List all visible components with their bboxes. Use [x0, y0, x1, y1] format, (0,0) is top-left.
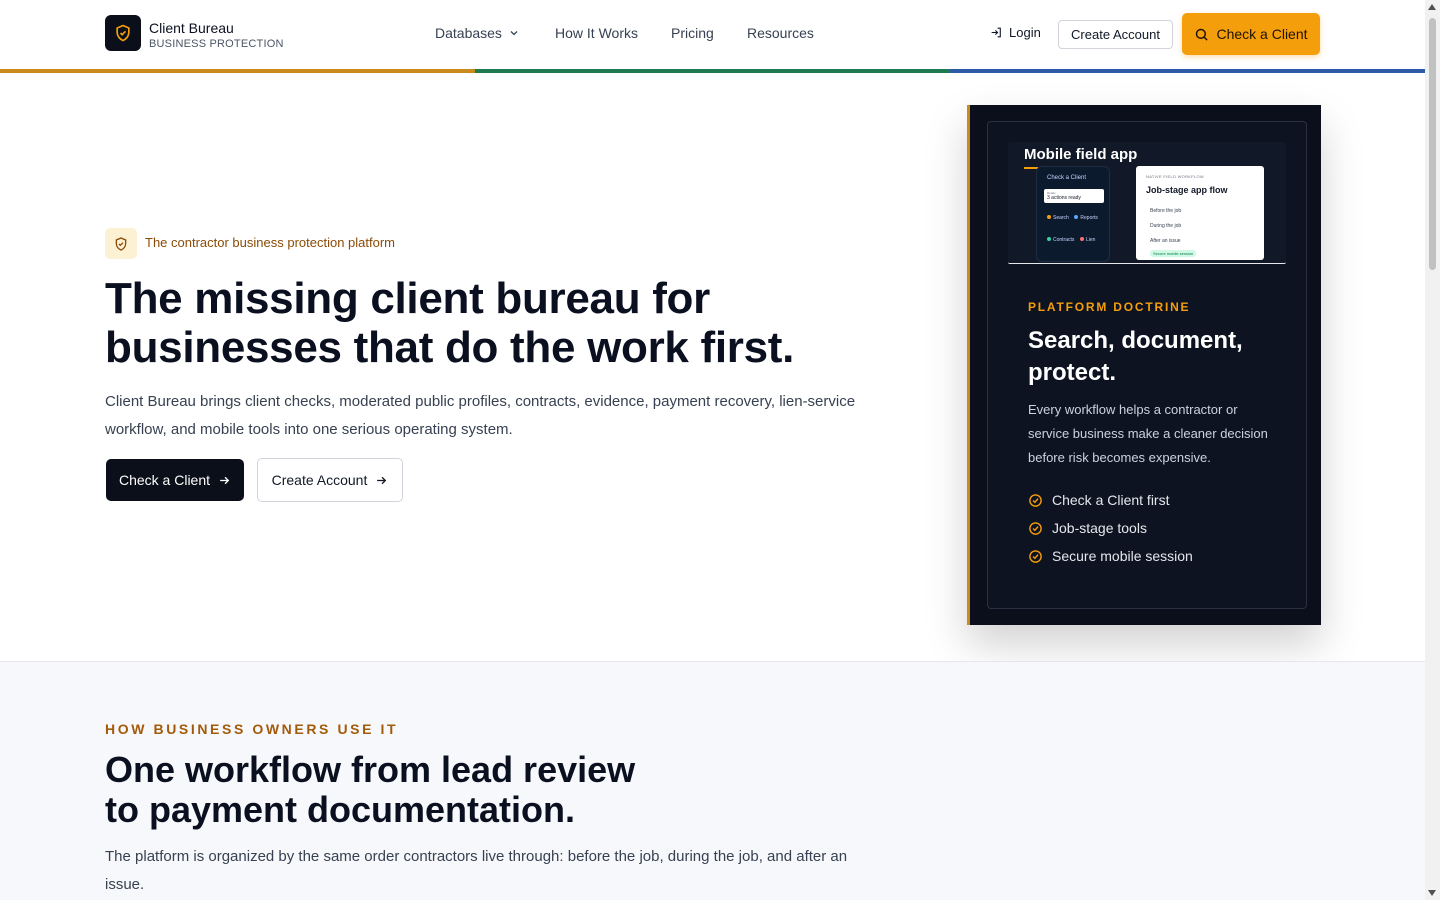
nav-resources[interactable]: Resources — [747, 25, 814, 41]
phone-row-2: Contracts Lien — [1047, 237, 1095, 243]
platform-doctrine-inner: Mobile field app Check a Client Ready 3 … — [987, 121, 1307, 609]
login-link[interactable]: Login — [990, 25, 1041, 40]
section-title: One workflow from lead review to payment… — [105, 750, 705, 830]
check-circle-icon — [1029, 549, 1042, 563]
doctrine-check-item: Job-stage tools — [1028, 520, 1147, 536]
check-circle-icon — [1029, 521, 1042, 535]
flow-item-after: After an issue — [1150, 238, 1181, 244]
nav-pricing[interactable]: Pricing — [671, 25, 714, 41]
chevron-down-icon — [510, 31, 518, 36]
dot-icon — [1074, 215, 1079, 219]
doctrine-check-label: Check a Client first — [1052, 492, 1170, 508]
brand-tagline: BUSINESS PROTECTION — [149, 38, 284, 50]
brand-name[interactable]: Client Bureau — [149, 20, 234, 36]
section-title-line2: to payment documentation. — [105, 789, 576, 830]
nav-databases-label: Databases — [435, 25, 502, 41]
dot-icon — [1047, 237, 1051, 241]
hero-check-client-button[interactable]: Check a Client — [106, 459, 244, 501]
check-client-button[interactable]: Check a Client — [1182, 13, 1320, 55]
phone-item-search: Search — [1053, 215, 1069, 221]
phone-header: Check a Client — [1047, 175, 1087, 181]
hero-title: The missing client bureau for businesses… — [105, 274, 905, 372]
brand-logo[interactable] — [105, 15, 141, 51]
flow-tag: NATIVE FIELD WORKFLOW — [1146, 174, 1205, 179]
hero-badge: The contractor business protection platf… — [145, 235, 396, 250]
search-icon — [1196, 28, 1209, 41]
scroll-up-arrow-icon[interactable] — [1428, 4, 1436, 10]
hero-create-account-label: Create Account — [271, 472, 368, 488]
doctrine-description: Every workflow helps a contractor or ser… — [1028, 402, 1268, 465]
flow-item-before: Before the job — [1150, 208, 1182, 214]
login-icon — [991, 27, 1001, 38]
scrollbar-thumb[interactable] — [1429, 18, 1436, 270]
page-scrollbar[interactable] — [1425, 0, 1440, 900]
doctrine-check-item: Check a Client first — [1028, 492, 1169, 508]
hero-check-client-label: Check a Client — [118, 472, 211, 488]
dot-icon — [1047, 215, 1051, 219]
mock-title: Mobile field app — [1024, 146, 1138, 163]
phone-input: Ready 3 actions ready — [1044, 189, 1104, 203]
section-eyebrow: HOW BUSINESS OWNERS USE IT — [105, 721, 399, 737]
arrow-right-icon — [220, 476, 230, 484]
check-client-label: Check a Client — [1216, 26, 1308, 42]
section-title-line1: One workflow from lead review — [105, 749, 636, 790]
hero-title-line1: The missing client bureau for — [105, 274, 710, 323]
hero-description: Client Bureau brings client checks, mode… — [105, 393, 856, 438]
doctrine-check-label: Secure mobile session — [1052, 548, 1193, 564]
dot-icon — [1079, 237, 1084, 241]
hero-create-account-button[interactable]: Create Account — [257, 458, 403, 502]
nav-databases[interactable]: Databases — [435, 25, 520, 41]
accent-stripe-green — [475, 69, 950, 73]
doctrine-title: Search, document, protect. — [1028, 327, 1243, 386]
phone-mock: Check a Client Ready 3 actions ready Sea… — [1036, 166, 1110, 262]
section-description: The platform is organized by the same or… — [105, 848, 848, 893]
arrow-right-icon — [377, 476, 387, 484]
site-header: Client Bureau BUSINESS PROTECTION Databa… — [0, 0, 1425, 73]
accent-stripe-blue — [950, 69, 1425, 73]
badge-shield — [105, 228, 137, 259]
flow-title: Job-stage app flow — [1146, 185, 1228, 195]
shield-icon — [116, 24, 130, 42]
scroll-down-arrow-icon[interactable] — [1428, 890, 1436, 896]
platform-doctrine-card: Mobile field app Check a Client Ready 3 … — [967, 105, 1321, 625]
accent-stripe-gold — [0, 69, 475, 73]
login-label: Login — [1009, 25, 1041, 40]
doctrine-check-item: Secure mobile session — [1028, 548, 1193, 564]
doctrine-check-label: Job-stage tools — [1052, 520, 1147, 536]
flow-pill: Secure mobile session — [1150, 250, 1196, 257]
phone-input-value: 3 actions ready — [1047, 195, 1081, 201]
phone-row-1: Search Reports — [1047, 215, 1098, 221]
nav-how-it-works[interactable]: How It Works — [555, 25, 638, 41]
check-circle-icon — [1029, 493, 1042, 507]
phone-item-reports: Reports — [1080, 215, 1098, 221]
shield-icon — [115, 236, 127, 251]
mobile-app-preview: Mobile field app Check a Client Ready 3 … — [1008, 142, 1286, 264]
phone-item-lien: Lien — [1085, 237, 1096, 243]
create-account-button[interactable]: Create Account — [1058, 20, 1173, 49]
workflow-section: HOW BUSINESS OWNERS USE IT One workflow … — [0, 661, 1425, 900]
flow-item-during: During the job — [1150, 223, 1182, 229]
flow-card: NATIVE FIELD WORKFLOW Job-stage app flow… — [1136, 166, 1264, 260]
doctrine-label: PLATFORM DOCTRINE — [1028, 300, 1191, 314]
phone-item-contracts: Contracts — [1053, 237, 1075, 243]
hero-title-line2: businesses that do the work first. — [105, 323, 795, 372]
